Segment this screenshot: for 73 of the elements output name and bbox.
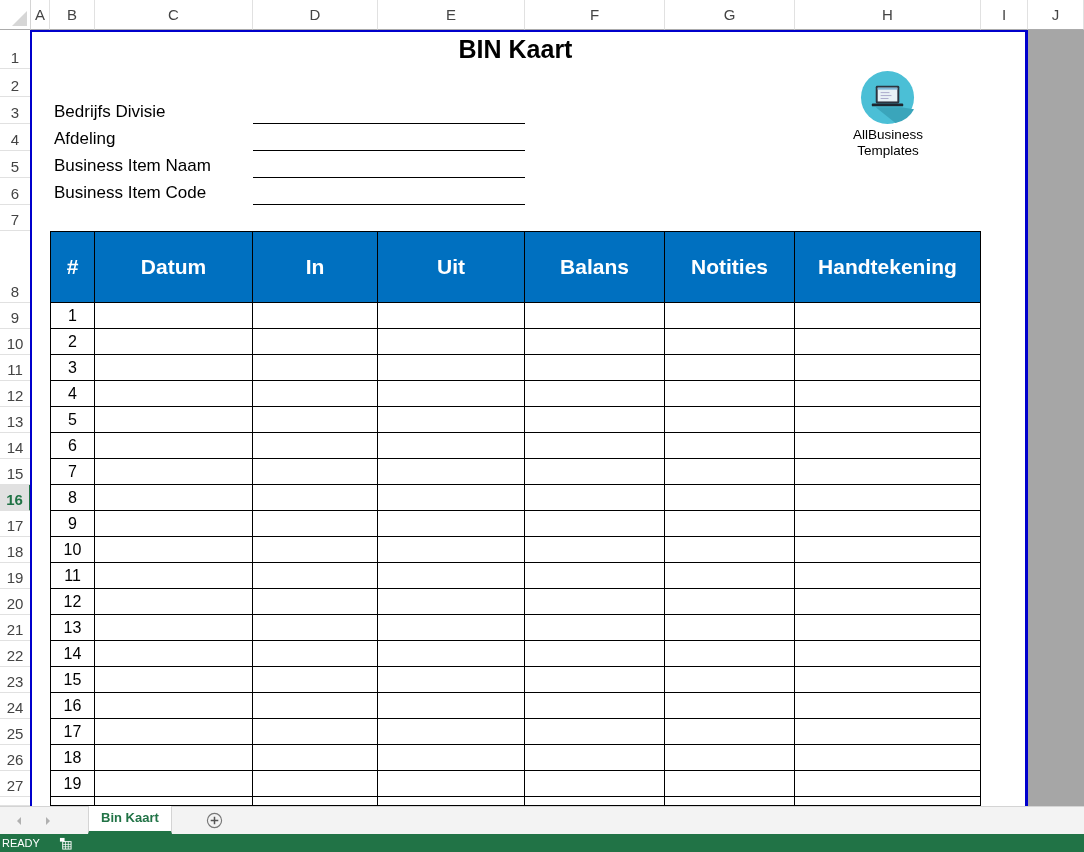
row-header[interactable]: 1 bbox=[0, 30, 31, 69]
row-number: 10 bbox=[50, 537, 95, 563]
logo-text: AllBusiness Templates bbox=[852, 127, 924, 159]
row-header[interactable]: 12 bbox=[0, 381, 31, 407]
row-number: 4 bbox=[50, 381, 95, 407]
row-number: 13 bbox=[50, 615, 95, 641]
row-number: 9 bbox=[50, 511, 95, 537]
row-number: 2 bbox=[50, 329, 95, 355]
row-number: 14 bbox=[50, 641, 95, 667]
row-header[interactable]: 24 bbox=[0, 693, 31, 719]
row-header[interactable]: 11 bbox=[0, 355, 31, 381]
column-heading: In bbox=[253, 231, 378, 303]
field-label: Business Item Code bbox=[53, 182, 208, 204]
row-header[interactable]: 27 bbox=[0, 771, 31, 797]
column-header[interactable]: D bbox=[253, 0, 378, 30]
column-header[interactable]: G bbox=[665, 0, 795, 30]
row-number: 11 bbox=[50, 563, 95, 589]
column-header[interactable]: F bbox=[525, 0, 665, 30]
row-header[interactable]: 13 bbox=[0, 407, 31, 433]
sheet-title: BIN Kaart bbox=[457, 34, 574, 65]
row-number: 7 bbox=[50, 459, 95, 485]
row-header[interactable]: 3 bbox=[0, 97, 31, 124]
column-header[interactable]: J bbox=[1028, 0, 1084, 30]
row-header[interactable]: 8 bbox=[0, 231, 31, 303]
row-header[interactable]: 17 bbox=[0, 511, 31, 537]
row-number: 17 bbox=[50, 719, 95, 745]
row-header[interactable]: 4 bbox=[0, 124, 31, 151]
row-number: 19 bbox=[50, 771, 95, 797]
column-heading: Handtekening bbox=[795, 231, 981, 303]
column-heading: Datum bbox=[95, 231, 253, 303]
row-header[interactable]: 22 bbox=[0, 641, 31, 667]
field-label: Business Item Naam bbox=[53, 155, 212, 177]
row-header[interactable]: 21 bbox=[0, 615, 31, 641]
column-header[interactable]: B bbox=[50, 0, 95, 30]
column-heading: Balans bbox=[525, 231, 665, 303]
laptop-logo-icon bbox=[859, 70, 917, 127]
column-heading: Notities bbox=[665, 231, 795, 303]
row-header[interactable]: 5 bbox=[0, 151, 31, 178]
field-label: Afdeling bbox=[53, 128, 117, 150]
row-number: 12 bbox=[50, 589, 95, 615]
row-header[interactable]: 14 bbox=[0, 433, 31, 459]
column-header[interactable]: C bbox=[95, 0, 253, 30]
row-number: 6 bbox=[50, 433, 95, 459]
row-header[interactable]: 9 bbox=[0, 303, 31, 329]
row-header[interactable]: 26 bbox=[0, 745, 31, 771]
row-number: 15 bbox=[50, 667, 95, 693]
row-header[interactable]: 19 bbox=[0, 563, 31, 589]
row-number: 5 bbox=[50, 407, 95, 433]
row-header[interactable]: 18 bbox=[0, 537, 31, 563]
row-number: 18 bbox=[50, 745, 95, 771]
add-sheet-icon[interactable] bbox=[205, 812, 223, 829]
row-header[interactable]: 23 bbox=[0, 667, 31, 693]
column-header[interactable]: I bbox=[981, 0, 1028, 30]
row-number: 1 bbox=[50, 303, 95, 329]
column-heading: # bbox=[50, 231, 95, 303]
row-header[interactable]: 2 bbox=[0, 69, 31, 97]
row-number: 8 bbox=[50, 485, 95, 511]
column-heading: Uit bbox=[378, 231, 525, 303]
row-number: 16 bbox=[50, 693, 95, 719]
row-header[interactable]: 20 bbox=[0, 589, 31, 615]
row-header[interactable]: 16 bbox=[0, 485, 31, 511]
column-header[interactable]: E bbox=[378, 0, 525, 30]
worksheet-icon[interactable] bbox=[58, 836, 72, 850]
column-header[interactable]: H bbox=[795, 0, 981, 30]
row-header[interactable]: 25 bbox=[0, 719, 31, 745]
column-header[interactable]: A bbox=[31, 0, 50, 30]
row-number: 3 bbox=[50, 355, 95, 381]
sheet-tab[interactable]: Bin Kaart bbox=[88, 806, 172, 834]
row-header[interactable]: 7 bbox=[0, 205, 31, 231]
field-label: Bedrijfs Divisie bbox=[53, 101, 167, 123]
row-header[interactable]: 10 bbox=[0, 329, 31, 355]
status-text: READY bbox=[2, 837, 40, 849]
row-header[interactable]: 6 bbox=[0, 178, 31, 205]
